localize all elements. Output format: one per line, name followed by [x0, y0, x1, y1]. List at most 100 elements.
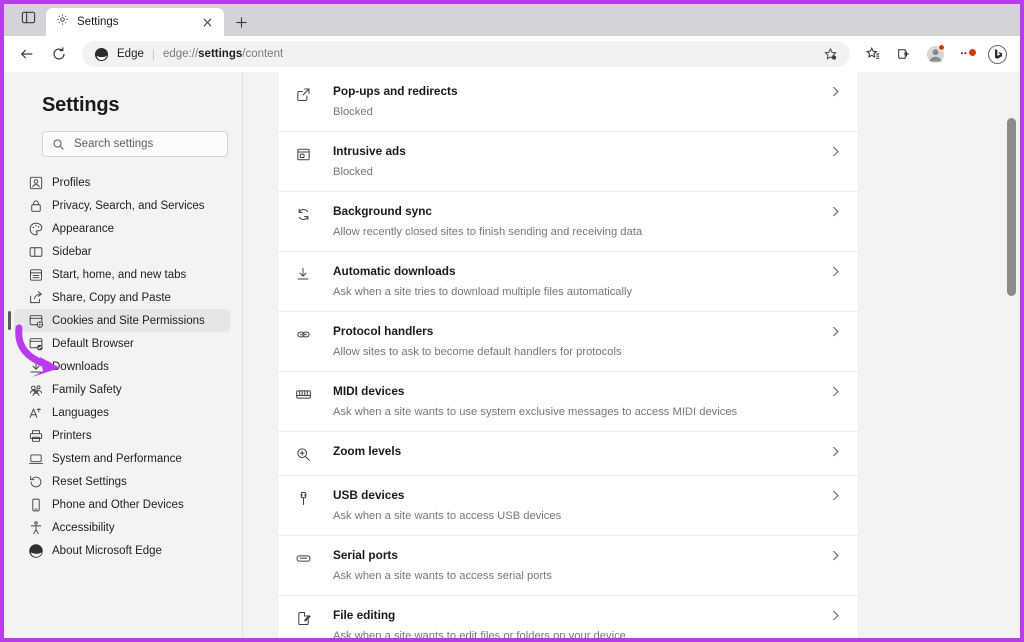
- permission-row-protocol-handlers[interactable]: Protocol handlers Allow sites to ask to b…: [278, 312, 858, 372]
- sidebar-item-share-copy-and-paste[interactable]: Share, Copy and Paste: [14, 286, 230, 309]
- default-browser-icon: [28, 336, 44, 352]
- sidebar-item-label: Sidebar: [52, 245, 92, 258]
- search-icon: [53, 138, 64, 150]
- sidebar-icon: [28, 244, 44, 260]
- profiles-icon: [28, 175, 44, 191]
- sidebar-item-downloads[interactable]: Downloads: [14, 355, 230, 378]
- sidebar-item-printers[interactable]: Printers: [14, 424, 230, 447]
- permission-row-automatic-downloads[interactable]: Automatic downloads Ask when a site tries…: [278, 252, 858, 312]
- sidebar-item-label: Phone and Other Devices: [52, 498, 184, 511]
- collections-icon: [898, 49, 909, 59]
- permission-row-zoom-levels[interactable]: Zoom levels: [278, 432, 858, 476]
- main-vertical-scrollbar[interactable]: [1007, 72, 1016, 638]
- permission-row-background-sync[interactable]: Background sync Allow recently closed sit…: [278, 192, 858, 252]
- row-title: USB devices: [333, 488, 405, 502]
- permission-row-intrusive-ads[interactable]: Intrusive ads Blocked: [278, 132, 858, 192]
- protocol-icon: [294, 325, 312, 343]
- sidebar-item-label: Default Browser: [52, 337, 134, 350]
- chevron-right-icon[interactable]: [828, 609, 842, 622]
- permission-row-file-editing[interactable]: File editing Ask when a site wants to edi…: [278, 596, 858, 642]
- edge-logo-icon: [28, 543, 44, 559]
- close-icon[interactable]: [196, 11, 218, 33]
- sidebar-item-profiles[interactable]: Profiles: [14, 171, 230, 194]
- sidebar-item-default-browser[interactable]: Default Browser: [14, 332, 230, 355]
- row-title: Automatic downloads: [333, 264, 456, 278]
- row-text: Automatic downloads Ask when a site tries…: [312, 264, 828, 299]
- scrollbar-thumb[interactable]: [1007, 117, 1016, 296]
- add-favorite-icon: [824, 47, 837, 60]
- sidebar-item-reset-settings[interactable]: Reset Settings: [14, 470, 230, 493]
- row-title: Pop-ups and redirects: [333, 84, 458, 98]
- chevron-right-icon[interactable]: [828, 205, 842, 218]
- sidebar-item-family-safety[interactable]: Family Safety: [14, 378, 230, 401]
- chevron-right-icon[interactable]: [828, 385, 842, 398]
- row-subtitle: Ask when a site wants to access serial p…: [333, 570, 552, 582]
- sidebar-item-label: Appearance: [52, 222, 115, 235]
- chevron-right-icon[interactable]: [828, 489, 842, 502]
- row-title: Protocol handlers: [333, 324, 434, 338]
- browser-toolbar-actions: [858, 39, 1012, 69]
- row-text: Zoom levels: [312, 444, 828, 459]
- row-text: Pop-ups and redirects Blocked: [312, 84, 828, 119]
- back-arrow-icon: [20, 49, 33, 59]
- permission-row-pop-ups-and-redirects[interactable]: Pop-ups and redirects Blocked: [278, 72, 858, 132]
- row-subtitle: Allow sites to ask to become default han…: [333, 346, 622, 358]
- permission-row-usb-devices[interactable]: USB devices Ask when a site wants to acce…: [278, 476, 858, 536]
- tab-settings[interactable]: Settings: [46, 8, 224, 36]
- favorites-button[interactable]: [858, 39, 888, 69]
- share-icon: [28, 290, 44, 306]
- sidebar-item-accessibility[interactable]: Accessibility: [14, 516, 230, 539]
- permission-row-midi-devices[interactable]: MIDI devices Ask when a site wants to use…: [278, 372, 858, 432]
- address-bar[interactable]: Edge | edge://settings/content: [82, 41, 850, 67]
- row-subtitle: Ask when a site wants to edit files or f…: [333, 630, 626, 642]
- gear-icon: [56, 13, 69, 31]
- row-text: Background sync Allow recently closed sit…: [312, 204, 828, 239]
- sidebar-item-phone-and-other-devices[interactable]: Phone and Other Devices: [14, 493, 230, 516]
- chevron-right-icon[interactable]: [828, 145, 842, 158]
- settings-and-more-button[interactable]: [951, 39, 981, 69]
- permission-row-serial-ports[interactable]: Serial ports Ask when a site wants to acc…: [278, 536, 858, 596]
- sidebar-item-languages[interactable]: Languages: [14, 401, 230, 424]
- url-prefix: edge://: [162, 48, 199, 60]
- tab-sidebar-icon: [21, 10, 36, 30]
- sidebar-item-system-and-performance[interactable]: System and Performance: [14, 447, 230, 470]
- sidebar-item-start-home-and-new-tabs[interactable]: Start, home, and new tabs: [14, 263, 230, 286]
- new-tab-button[interactable]: [230, 11, 252, 33]
- chevron-right-icon[interactable]: [828, 325, 842, 338]
- row-text: File editing Ask when a site wants to edi…: [312, 608, 828, 642]
- search-placeholder: Search settings: [74, 138, 154, 150]
- omnibox-url: edge://settings/content: [163, 48, 283, 60]
- sidebar-item-privacy-search-and-services[interactable]: Privacy, Search, and Services: [14, 194, 230, 217]
- row-subtitle: Allow recently closed sites to finish se…: [333, 226, 643, 238]
- chevron-right-icon[interactable]: [828, 445, 842, 458]
- row-subtitle: Ask when a site wants to use system excl…: [333, 406, 738, 418]
- external-link-icon: [294, 85, 312, 103]
- url-suffix: /content: [242, 48, 284, 60]
- sidebar-item-appearance[interactable]: Appearance: [14, 217, 230, 240]
- collections-button[interactable]: [889, 39, 919, 69]
- chevron-right-icon[interactable]: [828, 85, 842, 98]
- chevron-right-icon[interactable]: [828, 265, 842, 278]
- printer-icon: [28, 428, 44, 444]
- page-title: Settings: [42, 94, 120, 116]
- sidebar-item-cookies-and-site-permissions[interactable]: Cookies and Site Permissions: [8, 309, 230, 332]
- palette-icon: [28, 221, 44, 237]
- sidebar-item-about-microsoft-edge[interactable]: About Microsoft Edge: [14, 539, 230, 562]
- settings-content-area: Pop-ups and redirects Blocked Intrusive ad…: [243, 72, 1020, 642]
- bing-copilot-icon: [987, 44, 1007, 64]
- sidebar-item-label: Accessibility: [52, 521, 115, 534]
- back-button[interactable]: [12, 39, 42, 69]
- download-icon: [294, 265, 312, 283]
- add-favorite-button[interactable]: [823, 47, 838, 62]
- copilot-button[interactable]: [982, 39, 1012, 69]
- row-title: Zoom levels: [333, 444, 402, 458]
- chevron-right-icon[interactable]: [828, 549, 842, 562]
- tab-actions-button[interactable]: [10, 4, 46, 36]
- favorites-icon: [866, 46, 880, 59]
- search-settings-input[interactable]: Search settings: [42, 131, 228, 157]
- sidebar-item-sidebar[interactable]: Sidebar: [14, 240, 230, 263]
- sidebar-nav-list: Profiles Privacy, Search, and Services App…: [4, 171, 242, 562]
- reload-button[interactable]: [44, 39, 74, 69]
- profile-button[interactable]: [920, 39, 950, 69]
- sidebar-item-label: System and Performance: [52, 452, 182, 465]
